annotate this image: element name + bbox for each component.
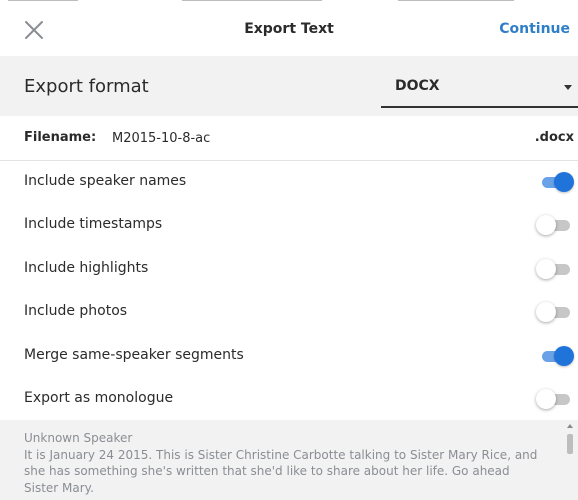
filename-row: Filename: .docx xyxy=(0,116,578,161)
preview-content: Unknown Speaker It is January 24 2015. T… xyxy=(24,430,544,496)
transcript-preview: Unknown Speaker It is January 24 2015. T… xyxy=(0,420,578,500)
option-toggle[interactable] xyxy=(536,258,574,279)
option-row: Include timestamps xyxy=(0,203,578,246)
filename-extension: .docx xyxy=(534,130,574,145)
preview-scrollbar[interactable] xyxy=(566,424,574,500)
export-format-select[interactable]: DOCX xyxy=(381,68,578,108)
option-toggle[interactable] xyxy=(536,215,574,236)
toggle-knob xyxy=(554,345,574,366)
filename-label: Filename: xyxy=(24,130,97,145)
option-row: Include highlights xyxy=(0,247,578,290)
option-label: Include timestamps xyxy=(24,216,163,233)
option-toggle[interactable] xyxy=(536,172,574,192)
option-label: Merge same-speaker segments xyxy=(24,346,244,363)
preview-speaker: Unknown Speaker xyxy=(24,431,133,445)
option-label: Include speaker names xyxy=(24,173,187,189)
option-row: Export as monologue xyxy=(0,377,578,420)
option-toggle[interactable] xyxy=(536,388,574,409)
header: Export Text Continue xyxy=(0,4,578,56)
toggle-knob xyxy=(536,215,556,236)
option-toggle[interactable] xyxy=(536,302,574,323)
options-list: Include speaker names Include timestamps I… xyxy=(0,160,578,420)
option-label: Export as monologue xyxy=(24,389,174,406)
export-format-label: Export format xyxy=(24,76,149,97)
export-format-row: Export format DOCX xyxy=(0,56,578,116)
option-row: Merge same-speaker segments xyxy=(0,334,578,377)
page-title: Export Text xyxy=(244,21,334,37)
toggle-knob xyxy=(536,258,556,279)
option-row: Include speaker names xyxy=(0,160,578,203)
filename-input[interactable] xyxy=(112,126,412,150)
scroll-thumb[interactable] xyxy=(567,434,573,454)
toggle-knob xyxy=(554,172,574,192)
option-label: Include highlights xyxy=(24,259,149,276)
scroll-up-icon[interactable] xyxy=(567,424,573,428)
option-row: Include photos xyxy=(0,290,578,333)
caret-down-icon xyxy=(564,85,572,90)
option-label: Include photos xyxy=(24,303,128,320)
toggle-knob xyxy=(536,388,556,409)
preview-text: It is January 24 2015. This is Sister Ch… xyxy=(24,447,538,495)
continue-button[interactable]: Continue xyxy=(499,21,570,37)
toggle-knob xyxy=(536,302,556,323)
option-toggle[interactable] xyxy=(536,345,574,366)
export-format-value: DOCX xyxy=(395,78,440,94)
